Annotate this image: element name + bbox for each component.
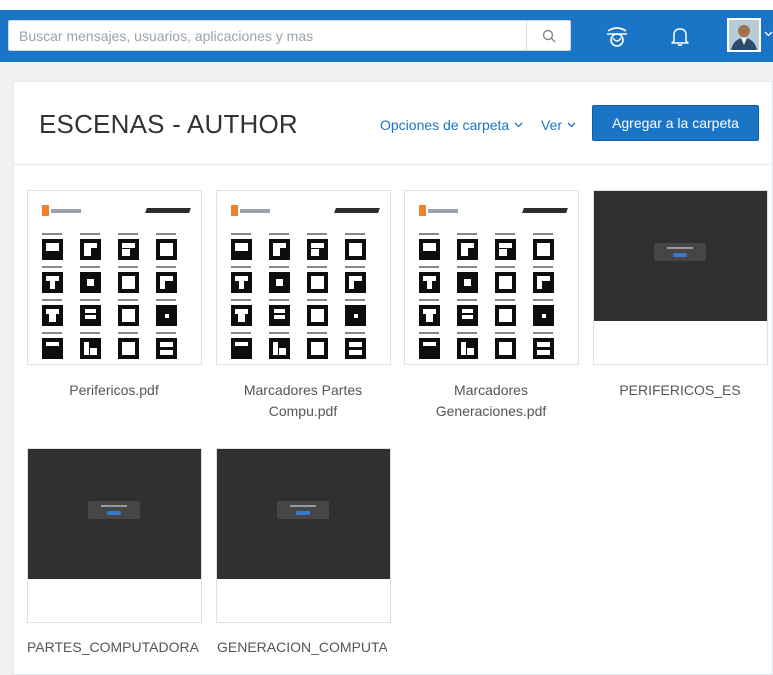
marker (156, 272, 177, 293)
marker (533, 305, 554, 326)
no-preview-thumbnail (594, 191, 767, 321)
file-name[interactable]: PARTES_COMPUTADORA (27, 637, 207, 658)
file-card[interactable] (216, 190, 391, 365)
marker (80, 272, 101, 293)
marker (156, 338, 177, 359)
marker (42, 239, 63, 260)
marker (80, 338, 101, 359)
file-name[interactable]: Perifericos.pdf (19, 380, 209, 401)
marker (156, 305, 177, 326)
marker-grid (419, 233, 569, 364)
no-preview-thumbnail (217, 449, 390, 579)
view-label: Ver (541, 117, 563, 133)
chevron-down-icon (514, 122, 523, 128)
marker (345, 239, 366, 260)
folder-header: ESCENAS - AUTHOR Opciones de carpeta Ver… (14, 82, 773, 165)
marker (118, 305, 139, 326)
marker (42, 338, 63, 359)
file-card[interactable] (27, 190, 202, 365)
preview-unavailable-box (88, 501, 140, 519)
marker (118, 239, 139, 260)
search-button[interactable] (526, 21, 570, 50)
marker (80, 305, 101, 326)
marker (345, 338, 366, 359)
marker (419, 305, 440, 326)
marker (156, 239, 177, 260)
marker (307, 239, 328, 260)
marker (269, 338, 290, 359)
apps-button[interactable] (604, 24, 630, 53)
pdf-header (42, 205, 191, 219)
marker (80, 239, 101, 260)
file-name[interactable]: Marcadores Partes Compu.pdf (208, 380, 398, 422)
marker (533, 272, 554, 293)
logo (419, 205, 459, 216)
marker (345, 272, 366, 293)
file-card[interactable] (216, 448, 391, 623)
page-title: ESCENAS - AUTHOR (39, 109, 298, 139)
marker (457, 239, 478, 260)
marker (533, 239, 554, 260)
marker (231, 305, 252, 326)
avatar[interactable] (727, 18, 761, 52)
preview-unavailable-box (277, 501, 329, 519)
pdf-header (231, 205, 380, 219)
marker (457, 272, 478, 293)
chevron-down-icon (567, 122, 576, 128)
file-card[interactable] (404, 190, 579, 365)
file-name[interactable]: GENERACION_COMPUTADORA (217, 637, 387, 658)
marker (231, 272, 252, 293)
top-bar (0, 0, 773, 62)
marker (495, 239, 516, 260)
marker-grid (42, 233, 192, 364)
pdf-header (419, 205, 568, 219)
logo (42, 205, 82, 216)
chevron-down-icon[interactable] (764, 31, 773, 37)
logo (231, 205, 271, 216)
marker (307, 338, 328, 359)
marker (118, 338, 139, 359)
folder-panel: ESCENAS - AUTHOR Opciones de carpeta Ver… (13, 81, 773, 675)
marker (269, 239, 290, 260)
preview-unavailable-box (654, 243, 706, 261)
marker (495, 272, 516, 293)
marker (419, 338, 440, 359)
marker (231, 239, 252, 260)
marker (419, 239, 440, 260)
notifications-button[interactable] (671, 26, 689, 51)
hand-icon (607, 27, 627, 47)
marker-grid (231, 233, 381, 364)
marker (269, 305, 290, 326)
marker (495, 305, 516, 326)
marker (231, 338, 252, 359)
marker (533, 338, 554, 359)
marker (345, 305, 366, 326)
search-box (8, 20, 571, 51)
marker (495, 338, 516, 359)
no-preview-thumbnail (28, 449, 201, 579)
folder-options-menu[interactable]: Opciones de carpeta (380, 117, 523, 133)
file-name[interactable]: PERIFERICOS_ES (585, 380, 773, 401)
file-card[interactable] (27, 448, 202, 623)
marker (307, 305, 328, 326)
marker (457, 338, 478, 359)
marker (307, 272, 328, 293)
file-card[interactable] (593, 190, 768, 365)
marker (419, 272, 440, 293)
marker (42, 305, 63, 326)
folder-options-label: Opciones de carpeta (380, 117, 510, 133)
marker (269, 272, 290, 293)
file-name[interactable]: Marcadores Generaciones.pdf (396, 380, 586, 422)
user-avatar-icon (729, 20, 759, 50)
view-menu[interactable]: Ver (541, 117, 576, 133)
bell-icon (671, 28, 689, 46)
add-to-folder-button[interactable]: Agregar a la carpeta (592, 105, 759, 141)
marker (457, 305, 478, 326)
marker (118, 272, 139, 293)
marker (42, 272, 63, 293)
search-input[interactable] (9, 21, 526, 50)
search-icon (542, 29, 555, 42)
